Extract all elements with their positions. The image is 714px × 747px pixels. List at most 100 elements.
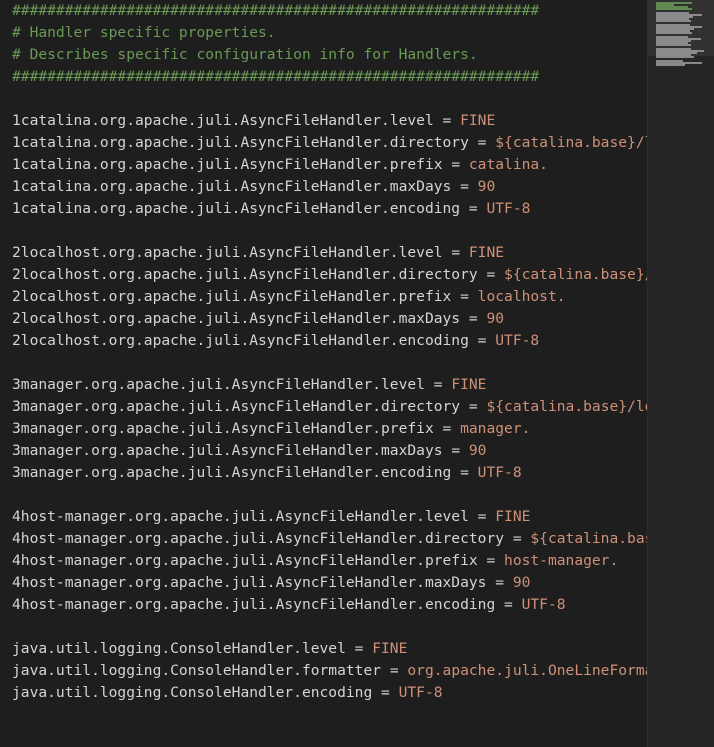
minimap[interactable] [648, 0, 714, 747]
code-line[interactable]: 4host-manager.org.apache.juli.AsyncFileH… [12, 594, 566, 616]
property-value: 90 [486, 310, 505, 327]
code-line[interactable]: 3manager.org.apache.juli.AsyncFileHandle… [12, 418, 530, 440]
code-line[interactable]: ########################################… [12, 0, 539, 22]
code-line[interactable]: 1catalina.org.apache.juli.AsyncFileHandl… [12, 198, 530, 220]
code-line[interactable]: 3manager.org.apache.juli.AsyncFileHandle… [12, 462, 522, 484]
code-line[interactable]: # Describes specific configuration info … [12, 44, 478, 66]
equals-sign: = [477, 552, 505, 569]
code-line[interactable]: # Handler specific properties. [12, 22, 276, 44]
code-line[interactable]: 2localhost.org.apache.juli.AsyncFileHand… [12, 242, 504, 264]
equals-sign: = [504, 530, 531, 547]
equals-sign: = [345, 640, 373, 657]
property-key: 3manager.org.apache.juli.AsyncFileHandle… [12, 376, 425, 393]
property-value: ${catalina.base}/logs [495, 134, 648, 151]
property-key: 2localhost.org.apache.juli.AsyncFileHand… [12, 266, 478, 283]
comment-text: # Describes specific configuration info … [12, 46, 478, 63]
comment-text: ########################################… [12, 2, 540, 19]
equals-sign: = [372, 684, 399, 701]
property-value: ${catalina.base}/logs [530, 530, 648, 547]
code-area[interactable]: ########################################… [0, 0, 648, 747]
property-value: ${catalina.base}/logs [504, 266, 648, 283]
property-key: 1catalina.org.apache.juli.AsyncFileHandl… [12, 134, 469, 151]
code-line[interactable]: 1catalina.org.apache.juli.AsyncFileHandl… [12, 110, 495, 132]
code-line[interactable]: 4host-manager.org.apache.juli.AsyncFileH… [12, 506, 530, 528]
code-line[interactable]: 4host-manager.org.apache.juli.AsyncFileH… [12, 550, 618, 572]
property-key: 2localhost.org.apache.juli.AsyncFileHand… [12, 244, 443, 261]
code-line[interactable]: java.util.logging.ConsoleHandler.level =… [12, 638, 407, 660]
property-key: 2localhost.org.apache.juli.AsyncFileHand… [12, 332, 469, 349]
property-key: 2localhost.org.apache.juli.AsyncFileHand… [12, 288, 452, 305]
property-value: ${catalina.base}/logs [486, 398, 648, 415]
property-value: org.apache.juli.OneLineFormatter [407, 662, 648, 679]
equals-sign: = [433, 420, 461, 437]
property-value: 90 [468, 442, 487, 459]
property-value: UTF-8 [495, 332, 540, 349]
code-line[interactable]: 3manager.org.apache.juli.AsyncFileHandle… [12, 374, 486, 396]
equals-sign: = [442, 442, 469, 459]
property-key: 1catalina.org.apache.juli.AsyncFileHandl… [12, 156, 443, 173]
code-editor[interactable]: ########################################… [0, 0, 714, 747]
property-value: UTF-8 [477, 464, 522, 481]
code-line[interactable]: 2localhost.org.apache.juli.AsyncFileHand… [12, 264, 648, 286]
equals-sign: = [460, 310, 487, 327]
equals-sign: = [460, 200, 487, 217]
equals-sign: = [468, 508, 496, 525]
property-value: FINE [372, 640, 408, 657]
property-value: UTF-8 [486, 200, 531, 217]
property-value: FINE [451, 376, 487, 393]
comment-text: # Handler specific properties. [12, 24, 276, 41]
property-value: FINE [495, 508, 531, 525]
property-key: 4host-manager.org.apache.juli.AsyncFileH… [12, 574, 487, 591]
equals-sign: = [433, 112, 461, 129]
code-line[interactable]: 2localhost.org.apache.juli.AsyncFileHand… [12, 330, 539, 352]
equals-sign: = [451, 288, 478, 305]
code-line[interactable]: 4host-manager.org.apache.juli.AsyncFileH… [12, 572, 530, 594]
code-line[interactable]: java.util.logging.ConsoleHandler.formatt… [12, 660, 648, 682]
equals-sign: = [477, 266, 505, 283]
code-line[interactable]: 1catalina.org.apache.juli.AsyncFileHandl… [12, 154, 548, 176]
property-value: UTF-8 [521, 596, 566, 613]
equals-sign: = [468, 332, 496, 349]
code-line[interactable]: 1catalina.org.apache.juli.AsyncFileHandl… [12, 176, 495, 198]
property-value: catalina. [468, 156, 548, 173]
minimap-line [656, 32, 692, 34]
code-line[interactable]: 3manager.org.apache.juli.AsyncFileHandle… [12, 396, 648, 418]
property-key: 1catalina.org.apache.juli.AsyncFileHandl… [12, 200, 461, 217]
code-line[interactable]: ########################################… [12, 66, 539, 88]
property-value: 90 [477, 178, 496, 195]
code-line[interactable]: java.util.logging.ConsoleHandler.encodin… [12, 682, 443, 704]
equals-sign: = [460, 398, 487, 415]
property-value: 90 [512, 574, 531, 591]
property-key: java.util.logging.ConsoleHandler.level [12, 640, 346, 657]
comment-text: ########################################… [12, 68, 540, 85]
code-line[interactable]: 2localhost.org.apache.juli.AsyncFileHand… [12, 308, 504, 330]
code-line[interactable]: 1catalina.org.apache.juli.AsyncFileHandl… [12, 132, 648, 154]
code-line[interactable]: 2localhost.org.apache.juli.AsyncFileHand… [12, 286, 566, 308]
property-key: 2localhost.org.apache.juli.AsyncFileHand… [12, 310, 461, 327]
equals-sign: = [442, 244, 469, 261]
property-key: 1catalina.org.apache.juli.AsyncFileHandl… [12, 178, 452, 195]
property-key: 3manager.org.apache.juli.AsyncFileHandle… [12, 398, 461, 415]
property-value: host-manager. [504, 552, 619, 569]
equals-sign: = [442, 156, 469, 173]
property-key: 4host-manager.org.apache.juli.AsyncFileH… [12, 552, 478, 569]
property-key: 3manager.org.apache.juli.AsyncFileHandle… [12, 442, 443, 459]
property-value: FINE [460, 112, 496, 129]
property-value: localhost. [477, 288, 566, 305]
minimap-line [656, 8, 692, 10]
property-key: 3manager.org.apache.juli.AsyncFileHandle… [12, 420, 434, 437]
code-line[interactable]: 3manager.org.apache.juli.AsyncFileHandle… [12, 440, 486, 462]
property-key: 4host-manager.org.apache.juli.AsyncFileH… [12, 508, 469, 525]
equals-sign: = [451, 464, 478, 481]
equals-sign: = [381, 662, 408, 679]
property-key: java.util.logging.ConsoleHandler.formatt… [12, 662, 382, 679]
code-line[interactable]: 4host-manager.org.apache.juli.AsyncFileH… [12, 528, 648, 550]
property-key: 1catalina.org.apache.juli.AsyncFileHandl… [12, 112, 434, 129]
property-value: manager. [460, 420, 531, 437]
property-key: 4host-manager.org.apache.juli.AsyncFileH… [12, 596, 496, 613]
minimap-line [656, 56, 694, 58]
equals-sign: = [424, 376, 452, 393]
minimap-line [656, 44, 691, 46]
equals-sign: = [495, 596, 522, 613]
equals-sign: = [451, 178, 478, 195]
